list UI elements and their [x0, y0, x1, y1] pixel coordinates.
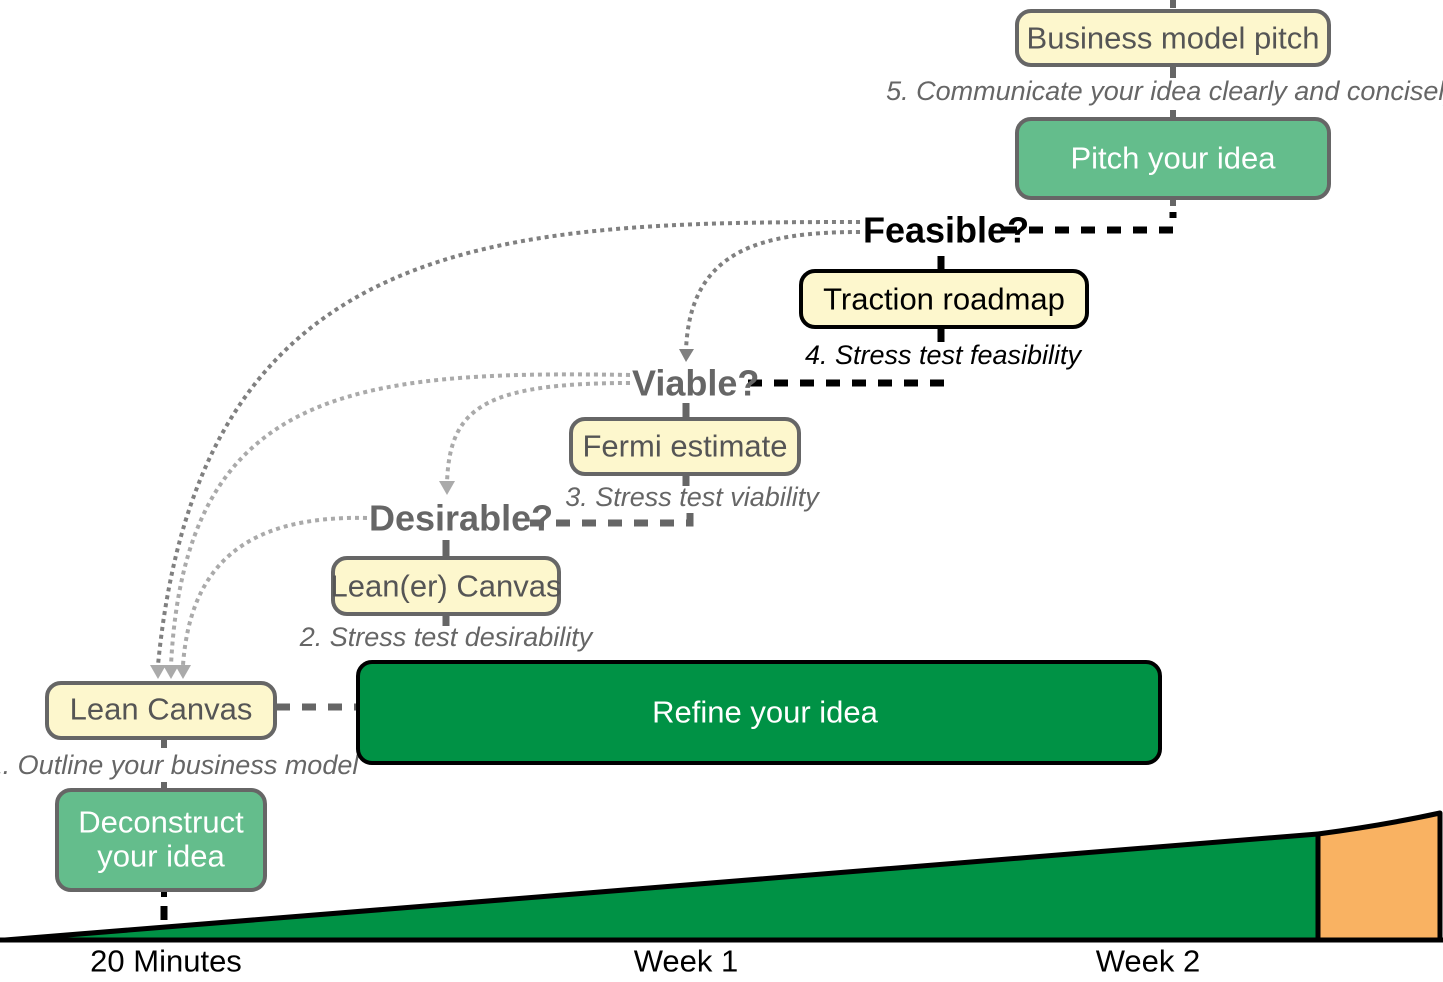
arrowhead-icon	[150, 665, 166, 679]
feasible-question: Feasible?	[863, 210, 1029, 251]
business-model-pitch-box[interactable]: Business model pitch	[1015, 9, 1331, 67]
arrowhead-icon	[679, 349, 694, 362]
business-model-pitch-label: Business model pitch	[1027, 21, 1320, 56]
leaner-canvas-box[interactable]: Lean(er) Canvas	[331, 556, 562, 616]
step-2-label: 2. Stress test desirability	[299, 622, 594, 652]
desirable-question: Desirable?	[369, 498, 553, 539]
viable-question: Viable?	[632, 363, 759, 404]
pitch-your-idea-label: Pitch your idea	[1070, 141, 1276, 176]
arrowhead-icon	[175, 665, 191, 679]
fermi-estimate-label: Fermi estimate	[583, 429, 788, 464]
step-4-label: 4. Stress test feasibility	[805, 340, 1083, 370]
refine-your-idea-box[interactable]: Refine your idea	[356, 660, 1162, 765]
lean-canvas-label: Lean Canvas	[70, 692, 253, 727]
deconstruct-label-line2: your idea	[97, 839, 225, 874]
traction-roadmap-box[interactable]: Traction roadmap	[799, 269, 1089, 329]
timeline-label-week-2: Week 2	[1096, 944, 1201, 979]
step-1-label: 1. Outline your business model	[0, 750, 359, 780]
traction-roadmap-label: Traction roadmap	[823, 282, 1065, 317]
fermi-estimate-box[interactable]: Fermi estimate	[569, 417, 801, 476]
timeline-label-week-1: Week 1	[634, 944, 739, 979]
timeline-orange-wedge	[1315, 810, 1443, 943]
lean-canvas-box[interactable]: Lean Canvas	[45, 681, 277, 740]
idea-validation-diagram: 20 Minutes Week 1 Week 2 Business model …	[0, 0, 1443, 979]
pitch-your-idea-box[interactable]: Pitch your idea	[1015, 117, 1331, 200]
timeline-label-20-minutes: 20 Minutes	[90, 944, 242, 979]
step-5-label: 5. Communicate your idea clearly and con…	[886, 76, 1443, 106]
step-3-label: 3. Stress test viability	[565, 482, 820, 512]
arrowhead-icon	[439, 481, 455, 495]
deconstruct-label-line1: Deconstruct	[78, 805, 244, 840]
refine-your-idea-label: Refine your idea	[652, 695, 879, 730]
deconstruct-your-idea-box[interactable]: Deconstruct your idea	[55, 788, 267, 892]
leaner-canvas-label: Lean(er) Canvas	[331, 569, 562, 604]
